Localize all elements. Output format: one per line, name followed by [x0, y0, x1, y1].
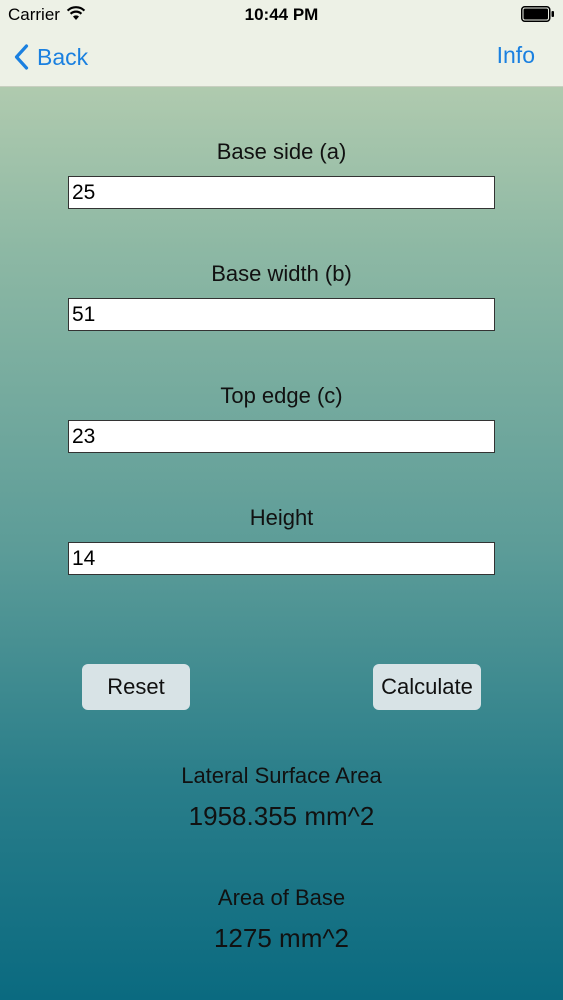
clock: 10:44 PM — [244, 5, 319, 24]
base-side-input[interactable] — [68, 176, 495, 209]
height-input[interactable] — [68, 542, 495, 575]
base-side-label: Base side (a) — [216, 139, 347, 164]
chevron-left-icon — [14, 44, 29, 70]
back-label: Back — [37, 43, 89, 70]
height-label: Height — [249, 505, 314, 530]
info-button[interactable]: Info — [497, 42, 535, 69]
top-edge-input[interactable] — [68, 420, 495, 453]
back-button[interactable]: Back — [14, 40, 88, 74]
lateral-surface-area-label: Lateral Surface Area — [181, 763, 382, 788]
battery-icon — [521, 6, 555, 27]
base-width-input[interactable] — [68, 298, 495, 331]
lateral-surface-area-value: 1958.355 mm^2 — [188, 801, 375, 831]
area-of-base-label: Area of Base — [217, 885, 346, 910]
navigation-bar: Back Info — [0, 30, 563, 87]
area-of-base-value: 1275 mm^2 — [213, 923, 350, 953]
reset-button[interactable]: Reset — [82, 664, 190, 710]
base-width-label: Base width (b) — [211, 261, 352, 286]
status-bar: Carrier 10:44 PM — [0, 0, 563, 30]
top-edge-label: Top edge (c) — [220, 383, 343, 408]
calculate-button[interactable]: Calculate — [373, 664, 481, 710]
